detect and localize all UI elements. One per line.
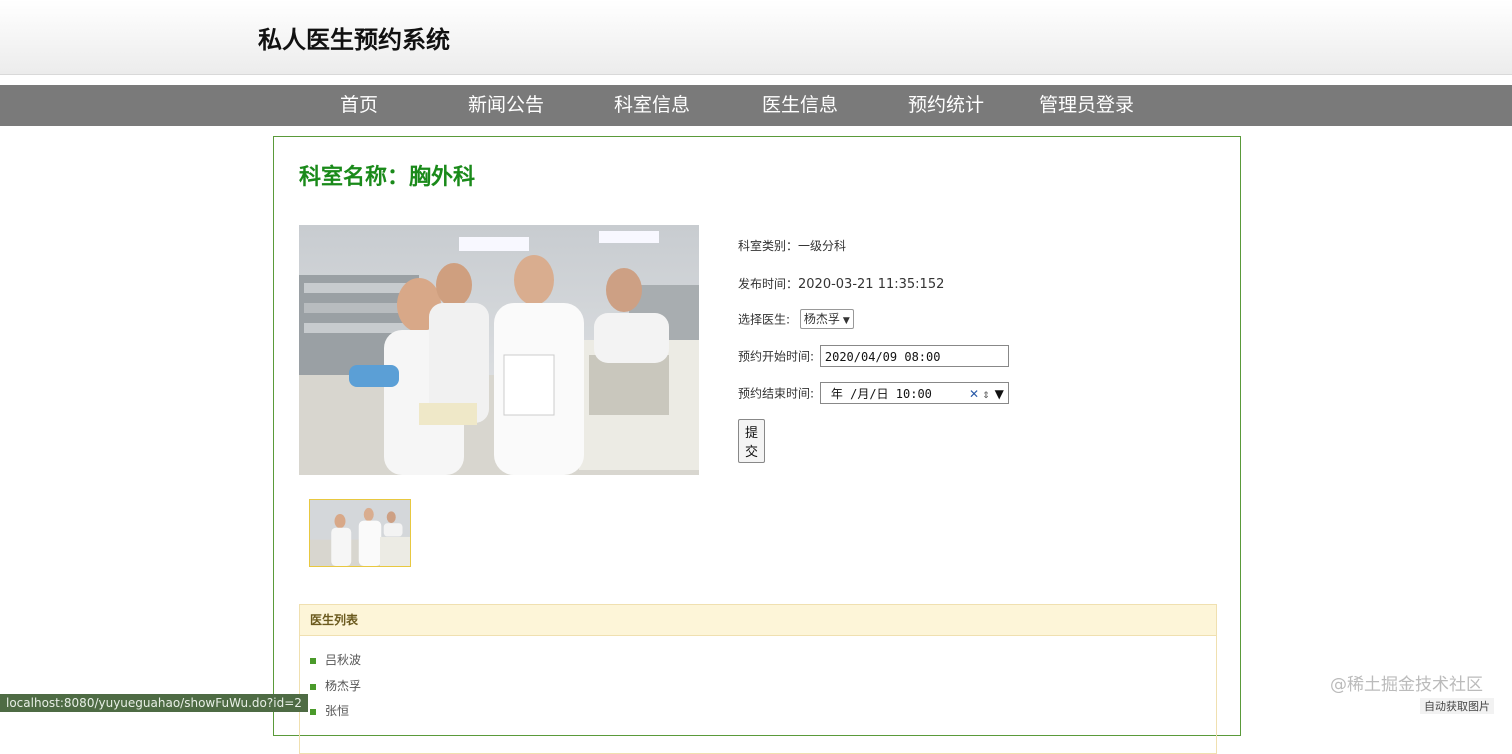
nav-item-departments[interactable]: 科室信息 (614, 85, 690, 126)
submit-button[interactable]: 提交 (738, 419, 766, 463)
nav-item-doctors[interactable]: 医生信息 (762, 85, 838, 126)
clear-icon[interactable]: ✕ (969, 387, 979, 401)
department-photo (299, 225, 699, 475)
department-title: 科室名称：胸外科 (299, 165, 476, 190)
doctor-list-item[interactable]: 吕秋波 (310, 651, 361, 668)
start-time-row: 预约开始时间: 2020/04/09 08:00 (738, 345, 1009, 367)
doctor-list-item[interactable]: 张恒 (310, 702, 349, 719)
department-category-value: 一级分科 (798, 239, 847, 253)
end-time-value: 年 /月/日 10:00 (830, 387, 932, 401)
doctor-select[interactable]: 杨杰孚 ▼ (799, 309, 854, 329)
lab-photo-illustration (299, 225, 699, 475)
doctor-name: 吕秋波 (325, 653, 362, 667)
department-detail-panel: 科室名称：胸外科 科室类别：一级分科 发布时间：2020-03-21 11:35… (273, 136, 1241, 754)
end-time-label: 预约结束时间: (738, 386, 815, 401)
department-category-label: 科室类别： (738, 239, 799, 253)
watermark: @稀土掘金技术社区 (1330, 675, 1483, 695)
end-time-input[interactable]: 年 /月/日 10:00 ✕ ⇕ ▼ (819, 382, 1009, 407)
start-time-input[interactable]: 2020/04/09 08:00 (819, 345, 1009, 367)
start-time-label: 预约开始时间: (738, 349, 815, 364)
main-nav: 首页 新闻公告 科室信息 医生信息 预约统计 管理员登录 (0, 85, 1512, 126)
thumbnail-illustration (310, 500, 410, 566)
department-photo-thumbnail[interactable] (309, 499, 411, 567)
site-header: 私人医生预约系统 (0, 0, 1512, 75)
publish-time-value: 2020-03-21 11:35:152 (798, 277, 945, 292)
department-category-row: 科室类别：一级分科 (738, 237, 846, 254)
doctor-select-label: 选择医生: (738, 312, 791, 327)
bullet-icon (310, 657, 316, 664)
dropdown-arrow-icon[interactable]: ▼ (995, 383, 1004, 405)
doctor-name: 张恒 (325, 704, 350, 718)
publish-time-label: 发布时间： (738, 277, 799, 291)
doctor-name: 杨杰孚 (325, 679, 362, 693)
doctor-select-row: 选择医生: 杨杰孚 ▼ (738, 309, 854, 329)
bullet-icon (310, 683, 316, 690)
spinner-icon[interactable]: ⇕ (982, 385, 990, 407)
publish-time-row: 发布时间：2020-03-21 11:35:152 (738, 275, 944, 292)
nav-item-news[interactable]: 新闻公告 (468, 85, 544, 126)
site-title: 私人医生预约系统 (258, 26, 450, 54)
nav-item-admin-login[interactable]: 管理员登录 (1039, 85, 1134, 126)
doctor-list-item[interactable]: 杨杰孚 (310, 677, 361, 694)
chevron-down-icon: ▼ (842, 316, 850, 326)
doctor-select-value: 杨杰孚 (803, 312, 840, 326)
nav-item-home[interactable]: 首页 (340, 85, 378, 126)
nav-item-statistics[interactable]: 预约统计 (908, 85, 984, 126)
doctor-list-panel: 医生列表 吕秋波 杨杰孚 张恒 (299, 604, 1217, 754)
end-time-row: 预约结束时间: 年 /月/日 10:00 ✕ ⇕ ▼ (738, 382, 1009, 404)
doctor-list-title: 医生列表 (300, 605, 1216, 636)
status-bar-url: localhost:8080/yuyueguahao/showFuWu.do?i… (0, 694, 308, 712)
